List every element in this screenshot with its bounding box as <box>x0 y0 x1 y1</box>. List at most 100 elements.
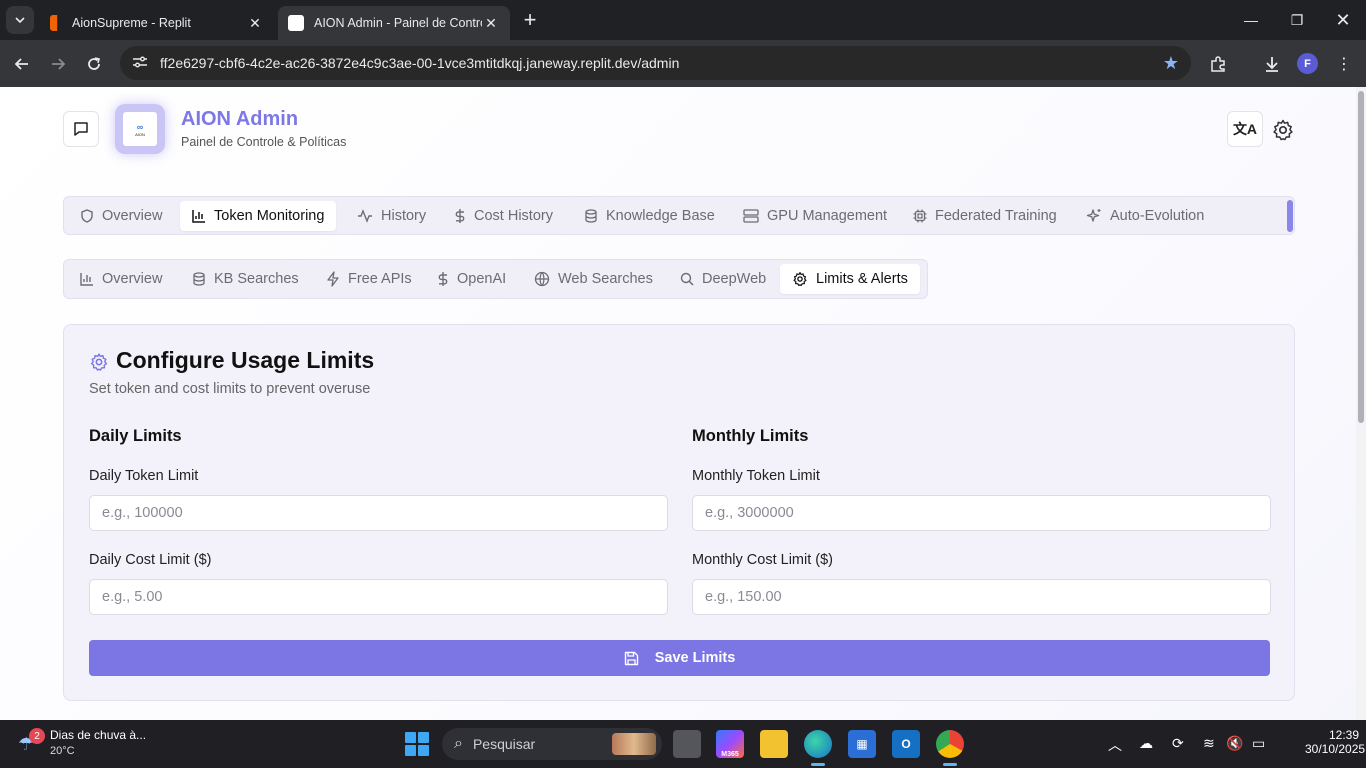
subtab-limits-alerts[interactable]: Limits & Alerts <box>780 264 920 294</box>
kebab-menu-icon[interactable]: ⋮ <box>1330 50 1358 78</box>
weather-widget[interactable]: ☂ 2 Dias de chuva à... 20°C <box>18 728 158 762</box>
activity-icon <box>358 209 372 223</box>
daily-token-label: Daily Token Limit <box>89 468 199 484</box>
save-icon <box>624 651 638 665</box>
task-view-icon[interactable] <box>673 730 701 758</box>
bar-chart-icon <box>80 273 93 286</box>
daily-cost-input[interactable] <box>89 579 668 615</box>
gear-icon <box>89 352 109 377</box>
close-icon[interactable]: ✕ <box>482 15 500 32</box>
profile-avatar[interactable]: F <box>1297 53 1318 74</box>
aion-logo: ∞ AION <box>115 104 165 154</box>
download-icon[interactable] <box>1258 50 1286 78</box>
tab-label: History <box>381 208 427 224</box>
daily-token-input[interactable] <box>89 495 668 531</box>
extensions-icon[interactable] <box>1204 50 1232 78</box>
windows-start-icon[interactable] <box>405 732 429 756</box>
tab-label: Knowledge Base <box>606 208 715 224</box>
page-scrollbar[interactable] <box>1356 87 1366 720</box>
tab-overview[interactable]: Overview <box>68 201 174 231</box>
browser-tab-title: AionSupreme - Replit <box>72 16 191 30</box>
settings-gear-icon[interactable] <box>1270 117 1296 143</box>
taskbar-search[interactable]: ⌕ Pesquisar <box>442 728 662 760</box>
main-tabs: Overview Token Monitoring History Cost H… <box>63 196 1295 235</box>
tab-federated-training[interactable]: Federated Training <box>901 201 1069 231</box>
tray-overflow-chevron-icon[interactable]: ︿ <box>1108 735 1122 755</box>
language-button[interactable]: 文A <box>1227 111 1263 147</box>
monthly-limits-heading: Monthly Limits <box>692 427 809 445</box>
close-window-icon[interactable]: ✕ <box>1320 0 1366 40</box>
forward-arrow-icon[interactable] <box>44 50 72 78</box>
sparkles-icon <box>1086 209 1101 222</box>
site-info-icon[interactable] <box>132 55 150 72</box>
chrome-browser-icon[interactable] <box>936 730 964 766</box>
outlook-icon[interactable]: O <box>892 730 920 758</box>
microsoft-store-icon[interactable]: ▦ <box>848 730 876 758</box>
new-tab-plus-icon[interactable]: + <box>518 9 542 33</box>
reload-icon[interactable] <box>80 50 108 78</box>
dollar-icon <box>438 272 448 286</box>
tab-label: GPU Management <box>767 208 888 224</box>
browser-tab-aion-admin[interactable]: AION Admin - Painel de Contro ✕ <box>278 6 510 40</box>
monthly-token-label: Monthly Token Limit <box>692 468 820 484</box>
card-title: Configure Usage Limits <box>116 347 375 373</box>
wifi-icon[interactable]: ≋ <box>1203 735 1215 752</box>
close-icon[interactable]: ✕ <box>246 15 264 32</box>
volume-muted-icon[interactable]: 🔇 <box>1226 735 1243 752</box>
browser-tabstrip: AionSupreme - Replit ✕ AION Admin - Pain… <box>0 0 1366 40</box>
address-bar[interactable]: ff2e6297-cbf6-4c2e-ac26-3872e4c9c3ae-00-… <box>120 46 1191 80</box>
aion-favicon-icon <box>288 15 304 31</box>
card-description: Set token and cost limits to prevent ove… <box>89 381 371 397</box>
clock-time: 12:39 <box>1328 728 1359 742</box>
subtab-free-apis[interactable]: Free APIs <box>314 264 424 294</box>
save-limits-button[interactable]: Save Limits <box>89 640 1270 676</box>
system-clock[interactable]: 12:39 30/10/2025 <box>1305 728 1365 756</box>
notification-badge: 2 <box>29 728 45 744</box>
chat-button[interactable] <box>63 111 99 147</box>
subtab-openai[interactable]: OpenAI <box>425 264 518 294</box>
minimize-icon[interactable]: — <box>1228 0 1274 40</box>
subtab-overview[interactable]: Overview <box>68 264 174 294</box>
tab-knowledge-base[interactable]: Knowledge Base <box>572 201 727 231</box>
tab-history[interactable]: History <box>345 201 438 231</box>
subtab-kb-searches[interactable]: KB Searches <box>180 264 311 294</box>
tab-cost-history[interactable]: Cost History <box>442 201 565 231</box>
tab-label: KB Searches <box>214 271 299 287</box>
tab-label: Federated Training <box>935 208 1057 224</box>
edge-browser-icon[interactable] <box>804 730 832 766</box>
gear-icon <box>793 272 807 286</box>
back-arrow-icon[interactable] <box>8 50 36 78</box>
file-explorer-icon[interactable] <box>760 730 788 758</box>
monthly-token-input[interactable] <box>692 495 1271 531</box>
tab-label: Free APIs <box>348 271 412 287</box>
page-subtitle: Painel de Controle & Políticas <box>181 135 347 149</box>
monthly-cost-label: Monthly Cost Limit ($) <box>692 552 834 568</box>
subtab-deepweb[interactable]: DeepWeb <box>668 264 778 294</box>
tab-gpu-management[interactable]: GPU Management <box>731 201 899 231</box>
tab-token-monitoring[interactable]: Token Monitoring <box>180 201 337 231</box>
translate-icon: 文A <box>1232 121 1258 137</box>
page-title: AION Admin <box>181 108 299 130</box>
scrollbar-thumb[interactable] <box>1358 91 1364 423</box>
windows-taskbar: ☂ 2 Dias de chuva à... 20°C ⌕ Pesquisar … <box>0 720 1366 768</box>
tabs-scrollbar[interactable] <box>1287 200 1293 232</box>
bookmark-star-icon[interactable]: ★ <box>1163 53 1179 74</box>
tab-label: OpenAI <box>457 271 507 287</box>
tab-label: Overview <box>102 271 163 287</box>
subtab-web-searches[interactable]: Web Searches <box>522 264 665 294</box>
tab-search-button[interactable] <box>6 6 34 34</box>
tab-auto-evolution[interactable]: Auto-Evolution <box>1074 201 1216 231</box>
tab-label: Token Monitoring <box>214 208 325 224</box>
battery-icon[interactable]: ▭ <box>1252 735 1265 752</box>
tab-label: Cost History <box>474 208 553 224</box>
database-icon <box>585 209 597 223</box>
sync-icon[interactable]: ⟳ <box>1172 735 1184 752</box>
restore-icon[interactable]: ❐ <box>1274 0 1320 40</box>
browser-tab-replit[interactable]: AionSupreme - Replit ✕ <box>40 6 274 40</box>
onedrive-icon[interactable]: ☁ <box>1139 735 1153 752</box>
cpu-icon <box>913 209 927 223</box>
sub-tabs: Overview KB Searches Free APIs OpenAI We… <box>63 259 928 299</box>
browser-toolbar: ff2e6297-cbf6-4c2e-ac26-3872e4c9c3ae-00-… <box>0 40 1366 87</box>
m365-copilot-icon[interactable]: M365 <box>716 730 744 758</box>
monthly-cost-input[interactable] <box>692 579 1271 615</box>
